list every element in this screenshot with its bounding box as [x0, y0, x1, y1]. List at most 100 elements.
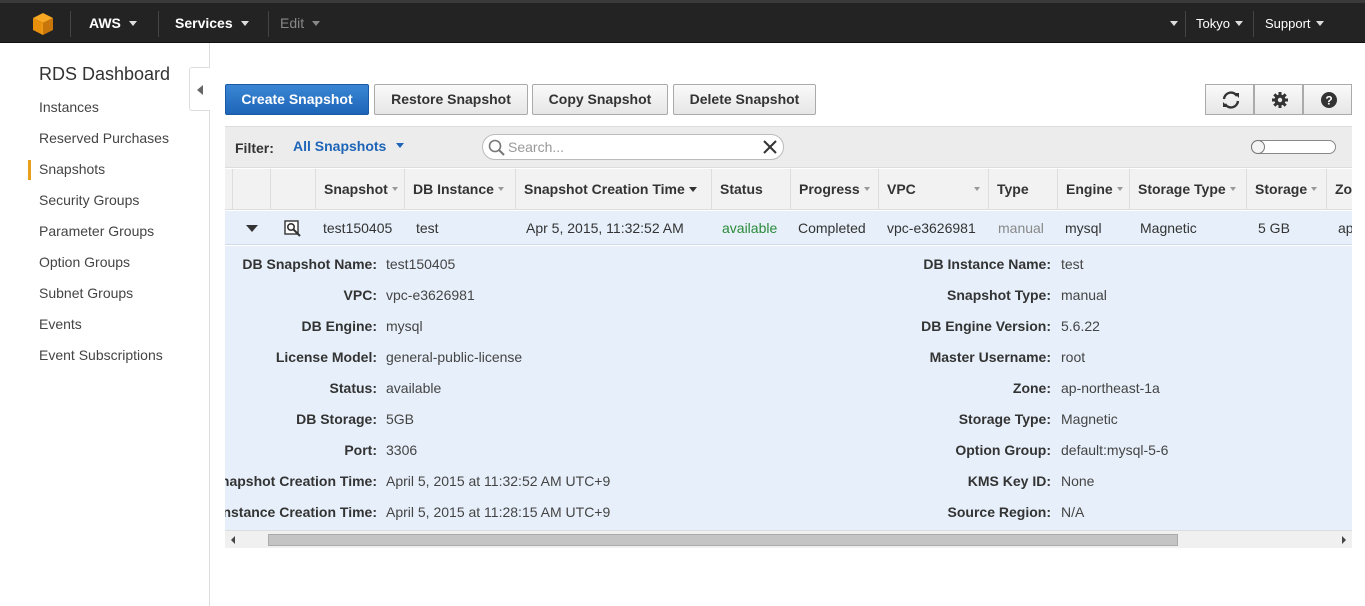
settings-button[interactable] [1254, 84, 1303, 115]
sort-icon [1311, 187, 1318, 192]
cell-type: manual [998, 220, 1044, 236]
cell-db-instance: test [416, 220, 439, 236]
search-input[interactable] [508, 138, 753, 156]
detail-label: DB Instance Name: [923, 256, 1051, 272]
top-navigation-bar: AWS Services Edit Tokyo Support [0, 0, 1365, 43]
cell-snapshot: test150405 [323, 220, 393, 236]
filter-bar: Filter: All Snapshots [225, 126, 1352, 168]
column-header-type[interactable]: Type [989, 169, 1058, 209]
detail-value: test [1061, 256, 1084, 272]
edit-menu[interactable]: Edit [280, 15, 321, 31]
aws-menu[interactable]: AWS [89, 15, 137, 31]
sidebar-collapse-button[interactable] [189, 67, 210, 111]
aws-logo-icon[interactable] [32, 12, 54, 36]
sort-icon [1116, 187, 1123, 192]
search-icon [488, 139, 505, 156]
detail-label: DB Engine Version: [921, 318, 1051, 334]
sidebar-item-snapshots[interactable]: Snapshots [28, 160, 169, 191]
detail-label: License Model: [275, 349, 377, 365]
column-header-label: Storage [1255, 181, 1308, 197]
chevron-left-icon [197, 85, 203, 95]
view-details-icon[interactable] [284, 220, 302, 237]
clear-search-icon[interactable] [763, 140, 777, 154]
column-header-label: Progress [799, 181, 860, 197]
column-header-creation-time[interactable]: Snapshot Creation Time [516, 169, 712, 209]
detail-label: Port: [344, 442, 377, 458]
restore-snapshot-button[interactable]: Restore Snapshot [374, 84, 528, 115]
detail-value: available [386, 380, 442, 396]
column-width-slider[interactable] [1251, 140, 1336, 154]
cell-storage-type: Magnetic [1140, 220, 1197, 236]
filter-dropdown[interactable]: All Snapshots [293, 138, 405, 154]
sidebar-item-security-groups[interactable]: Security Groups [39, 191, 169, 222]
column-header-db-instance[interactable]: DB Instance [405, 169, 516, 209]
divider [1253, 11, 1254, 37]
column-header-label: VPC [887, 181, 916, 197]
services-menu-label: Services [175, 15, 233, 31]
column-header-storage-type[interactable]: Storage Type [1130, 169, 1247, 209]
help-button[interactable]: ? [1303, 84, 1352, 115]
support-menu[interactable]: Support [1265, 16, 1324, 31]
snapshot-details-panel: DB Snapshot Name: test150405 VPC: vpc-e3… [225, 246, 1352, 530]
detail-label: DB Engine: [301, 318, 377, 334]
sort-descending-icon [688, 186, 697, 192]
column-header-label: Status [720, 181, 763, 197]
collapse-row-icon[interactable] [246, 225, 258, 232]
svg-text:?: ? [1325, 94, 1332, 108]
sidebar-item-parameter-groups[interactable]: Parameter Groups [39, 222, 169, 253]
sidebar-item-option-groups[interactable]: Option Groups [39, 253, 169, 284]
column-header-snapshot[interactable]: Snapshot [316, 169, 405, 209]
divider [70, 11, 71, 37]
detail-label: Storage Type: [958, 411, 1051, 427]
column-header-label: Type [997, 181, 1029, 197]
column-header-status[interactable]: Status [712, 169, 791, 209]
scroll-left-icon[interactable] [231, 536, 235, 544]
detail-label: Master Username: [929, 349, 1051, 365]
refresh-button[interactable] [1205, 84, 1254, 115]
table-row[interactable]: test150405 test Apr 5, 2015, 11:32:52 AM… [225, 211, 1352, 245]
gear-icon [1272, 92, 1288, 108]
sidebar-item-instances[interactable]: Instances [39, 98, 169, 129]
horizontal-scrollbar[interactable] [225, 530, 1352, 548]
sidebar-item-event-subscriptions[interactable]: Event Subscriptions [39, 346, 169, 377]
chevron-down-icon [1234, 21, 1243, 27]
column-header-label: Zo [1335, 181, 1352, 197]
account-menu[interactable] [1162, 16, 1178, 31]
refresh-icon [1222, 91, 1240, 109]
detail-label: Status: [329, 380, 377, 396]
sidebar-item-reserved-purchases[interactable]: Reserved Purchases [39, 129, 169, 160]
column-header-progress[interactable]: Progress [791, 169, 879, 209]
cell-status: available [722, 220, 778, 236]
divider [1185, 11, 1186, 37]
detail-label: Source Region: [947, 504, 1051, 520]
column-header-label: Engine [1066, 181, 1113, 197]
sidebar-title[interactable]: RDS Dashboard [39, 64, 170, 85]
cell-engine: mysql [1065, 220, 1102, 236]
slider-handle[interactable] [1251, 140, 1265, 154]
scroll-right-icon[interactable] [1342, 536, 1346, 544]
chevron-down-icon [128, 20, 137, 26]
sidebar-item-events[interactable]: Events [39, 315, 169, 346]
detail-value: vpc-e3626981 [386, 287, 475, 303]
cell-vpc: vpc-e3626981 [887, 220, 976, 236]
chevron-down-icon [312, 20, 321, 26]
divider [158, 11, 159, 37]
column-header-zone[interactable]: Zo [1327, 169, 1352, 209]
detail-value: test150405 [386, 256, 456, 272]
cell-progress: Completed [798, 220, 866, 236]
create-snapshot-button[interactable]: Create Snapshot [225, 84, 369, 115]
detail-value: manual [1061, 287, 1107, 303]
sidebar-item-subnet-groups[interactable]: Subnet Groups [39, 284, 169, 315]
delete-snapshot-button[interactable]: Delete Snapshot [673, 84, 816, 115]
column-header-vpc[interactable]: VPC [879, 169, 989, 209]
sidebar: RDS Dashboard Instances Reserved Purchas… [0, 43, 210, 606]
cell-creation-time: Apr 5, 2015, 11:32:52 AM [526, 220, 684, 236]
column-header-engine[interactable]: Engine [1058, 169, 1130, 209]
column-header-storage[interactable]: Storage [1247, 169, 1327, 209]
region-menu[interactable]: Tokyo [1196, 16, 1243, 31]
sort-icon [1229, 187, 1236, 192]
copy-snapshot-button[interactable]: Copy Snapshot [532, 84, 668, 115]
cell-storage: 5 GB [1258, 220, 1290, 236]
services-menu[interactable]: Services [175, 15, 249, 31]
scrollbar-thumb[interactable] [268, 534, 1178, 546]
